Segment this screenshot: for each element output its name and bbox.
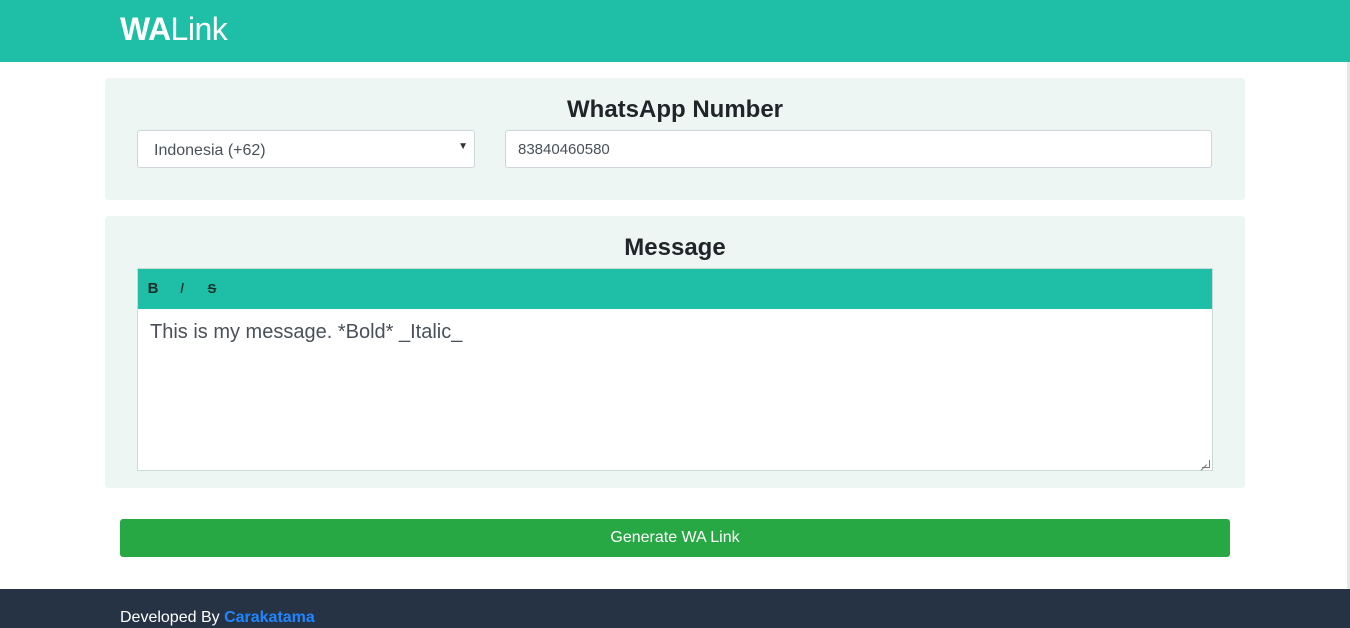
message-editor: B I S This is my message. *Bold* _Italic… bbox=[137, 268, 1213, 471]
italic-button[interactable]: I bbox=[173, 280, 191, 297]
brand-logo[interactable]: WALink bbox=[120, 10, 228, 48]
whatsapp-number-card: WhatsApp Number Indonesia (+62) ▼ 838404… bbox=[105, 78, 1245, 200]
footer: Developed By Carakatama bbox=[0, 589, 1350, 628]
brand-light: Link bbox=[170, 11, 228, 47]
whatsapp-number-title: WhatsApp Number bbox=[567, 96, 783, 123]
country-code-value: Indonesia (+62) bbox=[154, 142, 266, 159]
message-title: Message bbox=[624, 234, 726, 261]
phone-number-input[interactable]: 83840460580 bbox=[505, 130, 1212, 168]
resize-handle-icon[interactable] bbox=[1202, 460, 1210, 468]
formatting-toolbar: B I S bbox=[138, 269, 1212, 309]
bold-button[interactable]: B bbox=[144, 280, 162, 297]
country-code-select[interactable]: Indonesia (+62) ▼ bbox=[137, 130, 475, 168]
strikethrough-button[interactable]: S bbox=[203, 281, 221, 296]
message-card: Message B I S This is my message. *Bold*… bbox=[105, 216, 1245, 488]
message-textarea[interactable]: This is my message. *Bold* _Italic_ bbox=[150, 319, 1200, 345]
author-link[interactable]: Carakatama bbox=[224, 609, 315, 626]
footer-credit: Developed By Carakatama bbox=[120, 609, 315, 627]
dropdown-arrow-icon: ▼ bbox=[458, 141, 468, 152]
generate-link-button[interactable]: Generate WA Link bbox=[120, 519, 1230, 557]
top-navbar: WALink bbox=[0, 0, 1350, 62]
footer-prefix: Developed By bbox=[120, 609, 225, 626]
brand-bold: WA bbox=[120, 11, 171, 47]
